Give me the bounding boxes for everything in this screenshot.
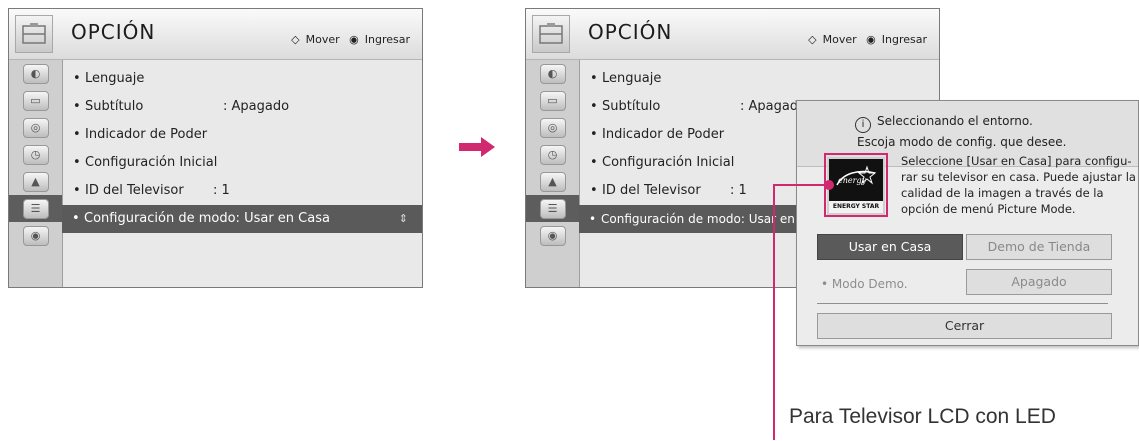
picture-icon: ◐ [22, 63, 49, 84]
sidebar-item-screen[interactable]: ▭ [526, 87, 579, 114]
callout-line-top [773, 184, 829, 186]
item-label: Indicador de Poder [602, 127, 725, 142]
picture-icon: ◐ [539, 63, 566, 84]
lock-icon: ▲ [22, 171, 49, 192]
demo-mode-toggle[interactable]: Apagado [966, 269, 1112, 295]
item-label: Subtítulo [602, 99, 661, 114]
move-icon: ◇ [808, 33, 817, 46]
description-line: Seleccione [Usar en Casa] para configu- [901, 154, 1132, 168]
enter-hint: Ingresar [881, 33, 927, 46]
menu-item-mode-setting[interactable]: • Configuración de modo: Usar en Casa ⇕ [62, 205, 422, 233]
option-menu-left: OPCIÓN ◇ Mover ◉ Ingresar ◐ ▭ ◎ ◷ ▲ ☰ ◉ • L… [8, 8, 423, 288]
menu-item-language[interactable]: • Lenguaje [580, 65, 939, 93]
mode-setting-dialog: i Seleccionando el entorno. Escoja modo d… [796, 100, 1139, 346]
dialog-message: i Seleccionando el entorno. [855, 114, 1033, 133]
menu-item-language[interactable]: • Lenguaje [63, 65, 422, 93]
option-icon [532, 15, 570, 53]
item-label: ID del Televisor [602, 183, 701, 198]
move-hint: Mover [305, 33, 340, 46]
menu-item-initial-setting[interactable]: • Configuración Inicial [63, 149, 422, 177]
callout-line-vertical [773, 184, 775, 440]
network-icon: ◉ [539, 225, 566, 246]
store-demo-button[interactable]: Demo de Tienda [966, 234, 1112, 260]
menu-items: • Lenguaje • Subtítulo: Apagado • Indicador… [62, 65, 422, 233]
description-line: rar su televisor en casa. Puede ajustar … [901, 170, 1136, 184]
right-arrow-icon [459, 137, 495, 157]
home-use-button[interactable]: Usar en Casa [817, 234, 963, 260]
item-label: Configuración de modo: Usar en Casa [84, 211, 330, 226]
item-value: : Apagado [223, 99, 290, 114]
item-value: : 1 [213, 183, 230, 198]
monitor-icon: ▭ [539, 90, 566, 111]
sidebar-item-audio[interactable]: ◎ [526, 114, 579, 141]
monitor-icon: ▭ [22, 90, 49, 111]
description-line: calidad de la imagen a través de la [901, 186, 1104, 200]
clock-icon: ◷ [539, 144, 566, 165]
sidebar-item-option[interactable]: ☰ [9, 195, 62, 222]
sidebar-item-network[interactable]: ◉ [9, 222, 62, 249]
item-value: : 1 [730, 183, 747, 198]
close-button[interactable]: Cerrar [817, 313, 1112, 339]
item-label: Lenguaje [602, 71, 662, 86]
enter-icon: ◉ [349, 33, 359, 46]
sidebar-item-time[interactable]: ◷ [9, 141, 62, 168]
item-label: Lenguaje [85, 71, 145, 86]
item-label: Configuración de modo: Usar en C [601, 212, 808, 226]
clock-icon: ◷ [22, 144, 49, 165]
sidebar-item-picture[interactable]: ◐ [9, 60, 62, 87]
sidebar-item-lock[interactable]: ▲ [526, 168, 579, 195]
menu-header: OPCIÓN ◇ Mover ◉ Ingresar [526, 9, 939, 60]
info-icon: i [855, 117, 871, 133]
menu-title: OPCIÓN [71, 20, 156, 44]
sidebar-item-audio[interactable]: ◎ [9, 114, 62, 141]
option-icon: ☰ [539, 198, 566, 219]
menu-hints: ◇ Mover ◉ Ingresar [802, 33, 927, 46]
menu-header: OPCIÓN ◇ Mover ◉ Ingresar [9, 9, 422, 60]
up-down-arrow-icon: ⇕ [398, 212, 408, 225]
item-label: Indicador de Poder [85, 127, 208, 142]
menu-item-subtitle[interactable]: • Subtítulo: Apagado [63, 93, 422, 121]
sidebar-item-picture[interactable]: ◐ [526, 60, 579, 87]
category-sidebar: ◐ ▭ ◎ ◷ ▲ ☰ ◉ [526, 60, 580, 287]
sidebar-item-lock[interactable]: ▲ [9, 168, 62, 195]
enter-hint: Ingresar [364, 33, 410, 46]
option-icon [15, 15, 53, 53]
demo-mode-label: • Modo Demo. [821, 277, 908, 291]
move-hint: Mover [822, 33, 857, 46]
enter-icon: ◉ [866, 33, 876, 46]
sidebar-item-screen[interactable]: ▭ [9, 87, 62, 114]
move-icon: ◇ [291, 33, 300, 46]
dialog-description: Seleccione [Usar en Casa] para configu- … [901, 153, 1136, 217]
speaker-icon: ◎ [539, 117, 566, 138]
caption: Para Televisor LCD con LED [789, 405, 1056, 428]
sidebar-item-network[interactable]: ◉ [526, 222, 579, 249]
sidebar-item-option[interactable]: ☰ [526, 195, 579, 222]
network-icon: ◉ [22, 225, 49, 246]
sidebar-item-time[interactable]: ◷ [526, 141, 579, 168]
item-label: Configuración Inicial [85, 155, 218, 170]
menu-title: OPCIÓN [588, 20, 673, 44]
description-line: opción de menú Picture Mode. [901, 202, 1076, 216]
item-label: Configuración Inicial [602, 155, 735, 170]
dialog-instruction: Escoja modo de config. que desee. [857, 135, 1067, 149]
speaker-icon: ◎ [22, 117, 49, 138]
dialog-message-text: Seleccionando el entorno. [877, 114, 1033, 128]
menu-item-tv-id[interactable]: • ID del Televisor: 1 [63, 177, 422, 205]
option-icon: ☰ [22, 198, 49, 219]
item-label: Subtítulo [85, 99, 144, 114]
menu-hints: ◇ Mover ◉ Ingresar [285, 33, 410, 46]
item-label: ID del Televisor [85, 183, 184, 198]
divider [817, 303, 1108, 304]
category-sidebar: ◐ ▭ ◎ ◷ ▲ ☰ ◉ [9, 60, 63, 287]
lock-icon: ▲ [539, 171, 566, 192]
menu-item-power-indicator[interactable]: • Indicador de Poder [63, 121, 422, 149]
